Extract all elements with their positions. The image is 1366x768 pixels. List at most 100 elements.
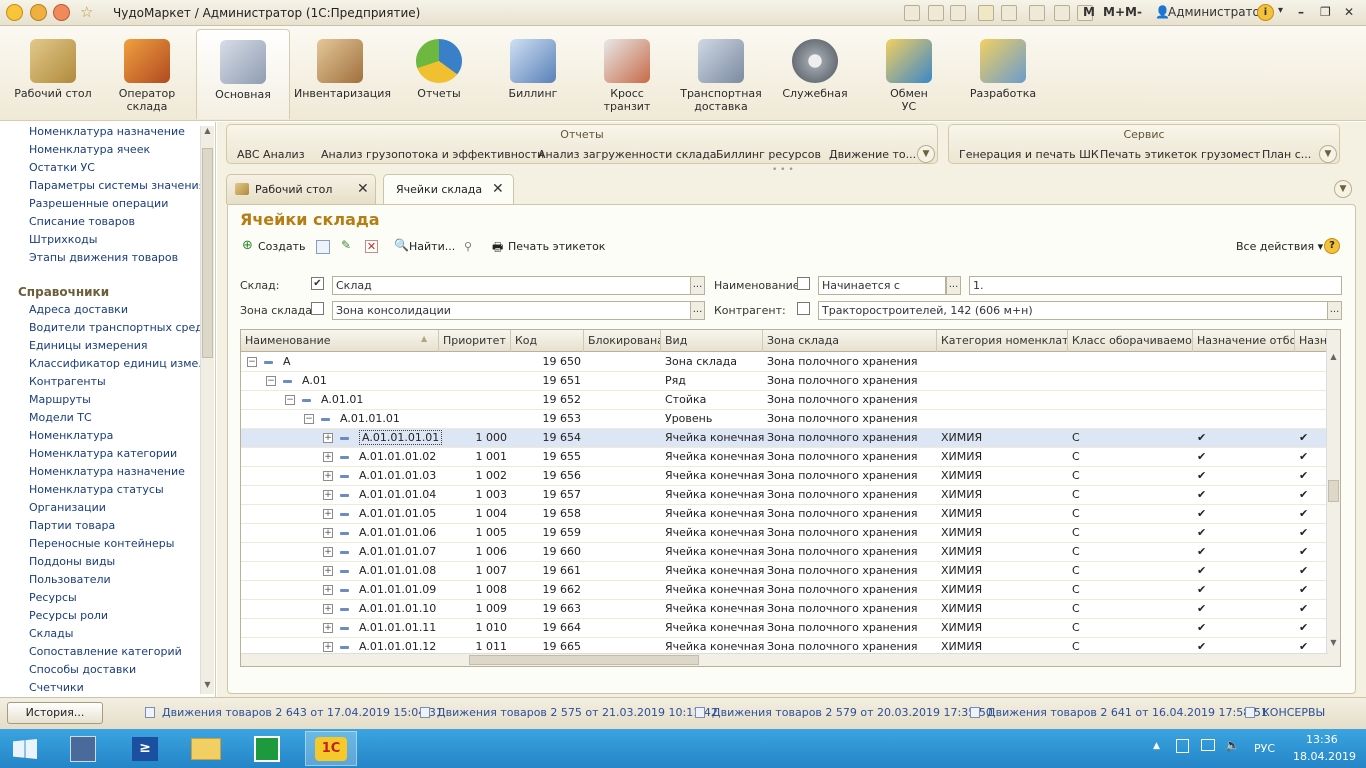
column-header[interactable]: Вид <box>661 330 763 352</box>
report-movement-link[interactable]: Движение то... <box>829 148 916 161</box>
sklad-select-button[interactable]: ... <box>690 276 705 295</box>
action-center-icon[interactable] <box>1176 739 1189 753</box>
column-header[interactable]: Код <box>511 330 584 352</box>
expand-icon[interactable]: + <box>323 471 333 481</box>
cancel-search-icon[interactable]: ⚲ <box>464 240 472 253</box>
tab-desktop[interactable]: Рабочий стол ✕ <box>226 174 376 204</box>
section-reports[interactable]: Отчеты <box>394 29 484 119</box>
nav-item[interactable]: Модели ТС <box>29 411 92 424</box>
section-inventory[interactable]: Инвентаризация <box>294 29 391 119</box>
history-button[interactable]: История... <box>7 702 103 724</box>
nav-item[interactable]: Номенклатура категории <box>29 447 177 460</box>
nav-item[interactable]: Номенклатура ячеек <box>29 143 150 156</box>
clock-time[interactable]: 13:36 <box>1306 733 1338 746</box>
create-button[interactable]: Создать <box>258 240 306 253</box>
find-button[interactable]: Найти... <box>409 240 455 253</box>
service-more-icon[interactable]: ▼ <box>1319 145 1337 163</box>
volume-icon[interactable]: 🔈 <box>1225 738 1240 752</box>
nav-item[interactable]: Переносные контейнеры <box>29 537 174 550</box>
edit-icon[interactable]: ✎ <box>341 238 351 252</box>
nav-item[interactable]: Поддоны виды <box>29 555 115 568</box>
name-value-field[interactable]: 1. <box>969 276 1342 295</box>
section-cross-transit[interactable]: Кросс транзит <box>582 29 672 119</box>
nav-item[interactable]: Списание товаров <box>29 215 135 228</box>
section-main[interactable]: Основная <box>196 29 290 119</box>
nav-item[interactable]: Маршруты <box>29 393 91 406</box>
table-row[interactable]: + A.01.01.01.05 1 004 19 658 Ячейка конечная… <box>241 505 1328 524</box>
help-icon[interactable]: ? <box>1324 238 1340 254</box>
kontragent-select-button[interactable]: ... <box>1327 301 1342 320</box>
sklad-checkbox[interactable]: ✔ <box>311 277 324 290</box>
name-condition-button[interactable]: ... <box>946 276 961 295</box>
section-transport-delivery[interactable]: Транспортная доставка <box>676 29 766 119</box>
close-tab-icon[interactable]: ✕ <box>357 181 369 197</box>
taskbar-1c[interactable]: 1С <box>305 731 357 766</box>
delete-icon[interactable]: ✕ <box>365 240 378 253</box>
table-row[interactable]: − A.01.01 19 652 Стойка Зона полочного хране… <box>241 391 1328 410</box>
section-desktop[interactable]: Рабочий стол <box>8 29 98 119</box>
zona-checkbox[interactable] <box>311 302 324 315</box>
taskbar-powershell[interactable]: ≥ <box>120 731 172 766</box>
preview-icon[interactable] <box>950 5 966 21</box>
mem-plus-button[interactable]: M+ <box>1103 5 1125 19</box>
expand-icon[interactable]: + <box>323 547 333 557</box>
section-development[interactable]: Разработка <box>958 29 1048 119</box>
table-row[interactable]: + A.01.01.01.03 1 002 19 656 Ячейка конечная… <box>241 467 1328 486</box>
help-icon[interactable]: i <box>1257 4 1274 21</box>
table-row[interactable]: + A.01.01.01.08 1 007 19 661 Ячейка конечная… <box>241 562 1328 581</box>
nav-item[interactable]: Номенклатура назначение <box>29 125 185 138</box>
start-button[interactable] <box>0 731 52 766</box>
kontragent-field[interactable]: Тракторостроителей, 142 (606 м+н) <box>818 301 1328 320</box>
notification-link[interactable]: Движения товаров 2 579 от 20.03.2019 17:… <box>712 706 993 719</box>
table-row[interactable]: − A.01 19 651 Ряд Зона полочного хранения <box>241 372 1328 391</box>
expand-icon[interactable]: + <box>323 490 333 500</box>
service-labels-link[interactable]: Печать этикеток грузомест <box>1100 148 1260 161</box>
info-icon[interactable] <box>1001 5 1017 21</box>
nav-item[interactable]: Сопоставление категорий <box>29 645 182 658</box>
expand-icon[interactable]: + <box>323 452 333 462</box>
report-abc-link[interactable]: ABC Анализ <box>237 148 305 161</box>
expand-icon[interactable]: + <box>323 642 333 652</box>
table-vertical-scrollbar[interactable]: ▲ ▼ <box>1326 330 1340 666</box>
table-row[interactable]: + A.01.01.01.09 1 008 19 662 Ячейка конечная… <box>241 581 1328 600</box>
copy-icon[interactable] <box>316 240 330 254</box>
report-load-link[interactable]: Анализ загруженности склада <box>538 148 717 161</box>
expand-icon[interactable]: + <box>323 509 333 519</box>
nav-item[interactable]: Ресурсы <box>29 591 77 604</box>
nav-item[interactable]: Способы доставки <box>29 663 136 676</box>
tab-warehouse-cells[interactable]: Ячейки склада ✕ <box>383 174 514 205</box>
expand-icon[interactable]: + <box>323 566 333 576</box>
print-labels-button[interactable]: Печать этикеток <box>508 240 605 253</box>
section-exchange[interactable]: Обмен УС <box>864 29 954 119</box>
nav-item[interactable]: Номенклатура назначение <box>29 465 185 478</box>
mem-minus-button[interactable]: M- <box>1125 5 1142 19</box>
sklad-field[interactable]: Склад <box>332 276 692 295</box>
section-billing[interactable]: Биллинг <box>488 29 578 119</box>
close-icon[interactable]: ✕ <box>1344 5 1354 19</box>
nav-item[interactable]: Параметры системы значения <box>29 179 205 192</box>
expand-icon[interactable]: + <box>323 433 333 443</box>
table-row[interactable]: − A.01.01.01 19 653 Уровень Зона полочного х… <box>241 410 1328 429</box>
all-actions-button[interactable]: Все действия ▾ <box>1236 240 1323 253</box>
nav-item[interactable]: Склады <box>29 627 73 640</box>
minimize-icon[interactable]: – <box>1298 5 1304 19</box>
nav-item[interactable]: Партии товара <box>29 519 115 532</box>
expand-icon[interactable]: + <box>323 623 333 633</box>
table-row[interactable]: + A.01.01.01.04 1 003 19 657 Ячейка конечная… <box>241 486 1328 505</box>
column-header[interactable]: Категория номенклат... <box>937 330 1068 352</box>
service-plan-link[interactable]: План с... <box>1262 148 1311 161</box>
column-header[interactable]: Класс оборачиваемо... <box>1068 330 1193 352</box>
section-service[interactable]: Служебная <box>770 29 860 119</box>
nav-item[interactable]: Водители транспортных сред... <box>29 321 213 334</box>
nav-item[interactable]: Счетчики <box>29 681 84 694</box>
dropdown-icon[interactable]: ▾ <box>1278 5 1283 16</box>
service-barcode-link[interactable]: Генерация и печать ШК <box>959 148 1099 161</box>
column-header[interactable]: Наименование <box>241 330 439 352</box>
calendar-icon[interactable] <box>1029 5 1045 21</box>
collapse-icon[interactable]: − <box>247 357 257 367</box>
calculator-icon[interactable] <box>1054 5 1070 21</box>
column-header[interactable]: Назначение отбор <box>1193 330 1295 352</box>
column-header[interactable]: Приоритет <box>439 330 511 352</box>
back-icon[interactable] <box>53 4 70 21</box>
taskbar-store[interactable] <box>242 731 294 766</box>
